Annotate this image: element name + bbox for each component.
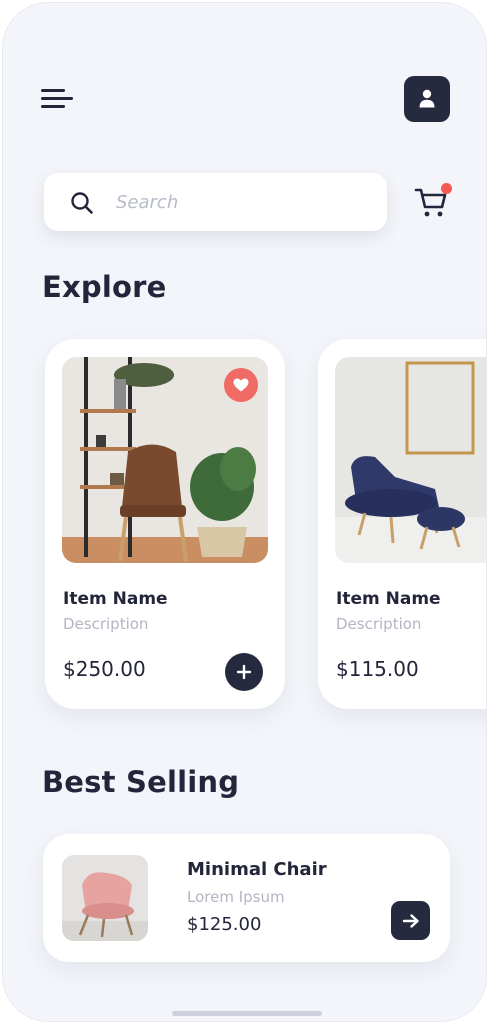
search-icon[interactable] [70,191,94,215]
best-selling-item[interactable]: Minimal Chair Lorem Ipsum $125.00 [43,834,450,962]
user-icon [419,89,435,108]
cart-button[interactable] [413,183,453,219]
product-price: $115.00 [336,657,419,681]
product-name: Item Name [336,589,441,609]
hamburger-menu-icon [41,89,65,92]
profile-button[interactable] [404,76,450,122]
menu-line [41,105,65,108]
product-description: Description [336,615,422,633]
explore-title: Explore [42,270,167,304]
product-description: Lorem Ipsum [187,888,285,906]
menu-line [41,97,73,100]
home-indicator[interactable] [172,1011,322,1016]
arrow-right-icon [402,913,419,928]
best-selling-title: Best Selling [42,765,240,799]
product-thumbnail [62,855,148,941]
search-bar [44,173,387,231]
product-image [62,357,268,563]
search-input[interactable] [116,187,366,217]
add-to-cart-button[interactable] [225,653,263,691]
phone-screen: Explore [2,2,487,1022]
view-product-button[interactable] [391,901,430,940]
product-card[interactable]: Item Name Description $250.00 [45,339,285,709]
product-name: Minimal Chair [187,859,327,880]
heart-icon [233,378,249,392]
product-description: Description [63,615,149,633]
cart-notification-dot [441,183,452,194]
favorite-button[interactable] [224,368,258,402]
plus-icon [236,664,252,680]
menu-button[interactable] [41,89,75,111]
product-price: $125.00 [187,914,262,935]
product-price: $250.00 [63,657,146,681]
product-image [335,357,486,563]
product-name: Item Name [63,589,168,609]
product-card[interactable]: Item Name Description $115.00 [318,339,486,709]
